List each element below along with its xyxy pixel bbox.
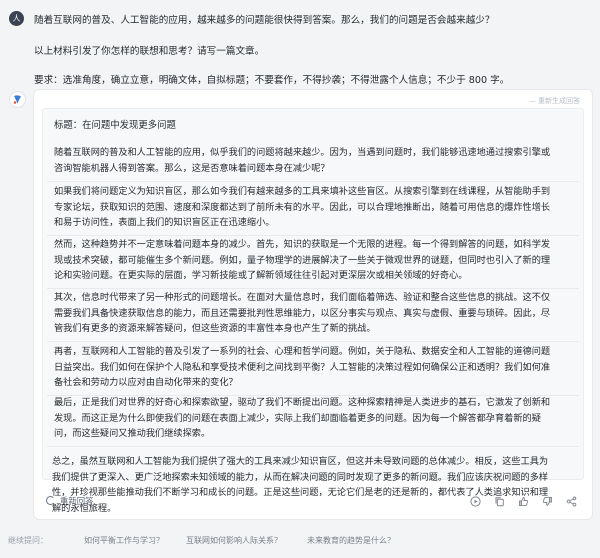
paragraph-line: 需要我们具备快速获取信息的能力，而且还需要批判性思维能力，以区分事实与观点、真实… <box>54 307 551 319</box>
suggestion-chip[interactable]: 如何平衡工作与学习？ <box>78 533 170 548</box>
paragraph-line: 咨询智能机器人得到答案。那么，这是否意味着问题本身在减少呢？ <box>54 162 330 174</box>
essay-paragraph: 如果我们将问题定义为知识盲区，那么如今我们有越来越多的工具来填补这些盲区。从搜索… <box>54 184 576 231</box>
paragraph-line: 和易于访问性，表面上我们的知识盲区正在迅速缩小。 <box>54 217 275 229</box>
essay-paragraph: 随着互联网的普及和人工智能的应用，似乎我们的问题将越来越少。因为，当遇到问题时，… <box>54 145 576 176</box>
paragraph-line: 然而，这种趋势并不一定意味着问题本身的减少。首先，知识的获取是一个无限的进程。每… <box>54 239 551 250</box>
ai-avatar <box>9 91 26 108</box>
user-message-line: 要求：选准角度，确立立意，明确文体，自拟标题；不要套作，不得抄袭；不得泄露个人信… <box>34 75 510 86</box>
paragraph-line: 备社会和劳动力以应对由自动化带来的变化？ <box>54 377 238 389</box>
paragraph-line: 再者，互联网和人工智能的普及引发了一系列的社会、心理和哲学问题。例如，关于隐私、… <box>54 346 551 357</box>
paragraph-line: 问，而这些疑问又推动我们继续探索。 <box>54 428 211 440</box>
user-message-line: 随着互联网的普及、人工智能的应用，越来越多的问题能很快得到答案。那么，我们的问题… <box>34 15 495 26</box>
suggested-questions: 继续提问： 如何平衡工作与学习？ 互联网如何影响人际关系？ 未来教育的趋势是什么… <box>8 533 598 549</box>
paragraph-line: 最后，正是我们对世界的好奇心和探索欲望，驱动了我们不断提出问题。这种探索精神是人… <box>54 397 551 408</box>
paragraph-line: 性，并珍视那些能推动我们不断学习和成长的问题。正是这些问题，无论它们是老的还是新… <box>52 487 549 499</box>
paragraph-line: 我们提供了更深入、更广泛地探索未知领域的能力，从而在解决问题的同时发现了更多的新… <box>52 471 549 483</box>
divider <box>47 446 579 447</box>
paragraph-line: 管我们有更多的资源来解答疑问，但这些资源的丰富性本身也产生了新的挑战。 <box>54 323 376 335</box>
paragraph-line: 随着互联网的普及和人工智能的应用，似乎我们的问题将越来越少。因为，当遇到问题时，… <box>54 147 551 158</box>
paragraph-line: 现或技术突破，都可能催生多个新问题。例如，量子物理学的进展解决了一些关于微观世界… <box>54 254 551 266</box>
suggestions-label: 继续提问： <box>8 536 48 545</box>
suggestion-chip[interactable]: 互联网如何影响人际关系？ <box>180 533 288 548</box>
paragraph-line: 专家论坛，获取知识的范围、速度和深度都达到了前所未有的水平。因此，可以合理地推断… <box>54 201 551 213</box>
divider <box>47 288 579 289</box>
essay-paragraph: 最后，正是我们对世界的好奇心和探索欲望，驱动了我们不断提出问题。这种探索精神是人… <box>54 395 576 442</box>
divider <box>47 235 579 236</box>
essay-paragraph: 然而，这种趋势并不一定意味着问题本身的减少。首先，知识的获取是一个无限的进程。每… <box>54 237 576 284</box>
divider <box>47 181 579 182</box>
answer-corner-tag: — 重新生成回答 <box>528 97 580 105</box>
paragraph-line: 发现。而这正是为什么即使我们的问题在表面上减少，实际上我们却面临着更多的问题。因… <box>54 412 541 424</box>
divider <box>47 341 579 342</box>
paragraph-line: 论和实验问题。在更实际的层面，学习新技能或了解新领域往往引起对更深层次或相关领域… <box>54 270 468 282</box>
paragraph-line: 如果我们将问题定义为知识盲区，那么如今我们有越来越多的工具来填补这些盲区。从搜索… <box>54 186 551 197</box>
essay-title: 标题：在问题中发现更多问题 <box>54 120 176 131</box>
answer-content: 标题：在问题中发现更多问题 随着互联网的普及和人工智能的应用，似乎我们的问题将越… <box>42 108 584 480</box>
paragraph-line: 其次，信息时代带来了另一种形式的问题增长。在面对大量信息时，我们面临着筛选、验证… <box>54 292 551 303</box>
paragraph-line: 总之，虽然互联网和人工智能为我们提供了强大的工具来减少知识盲区，但这并未导致问题… <box>52 456 549 467</box>
user-avatar: 人 <box>9 11 24 26</box>
essay-paragraph: 再者，互联网和人工智能的普及引发了一系列的社会、心理和哲学问题。例如，关于隐私、… <box>54 344 576 391</box>
essay-paragraph: 其次，信息时代带来了另一种形式的问题增长。在面对大量信息时，我们面临着筛选、验证… <box>54 290 576 337</box>
essay-paragraph: 总之，虽然互联网和人工智能为我们提供了强大的工具来减少知识盲区，但这并未导致问题… <box>52 454 582 516</box>
ai-logo-icon <box>13 95 21 104</box>
user-message-line: 以上材料引发了你怎样的联想和思考？请写一篇文章。 <box>34 46 265 57</box>
paragraph-line: 日益突出。我们如何在保护个人隐私和享受技术便利之间找到平衡？人工智能的决策过程如… <box>54 361 551 373</box>
paragraph-line: 解的永恒旅程。 <box>52 502 117 514</box>
suggestion-chip[interactable]: 未来教育的趋势是什么？ <box>301 533 401 548</box>
user-message: 人 随着互联网的普及、人工智能的应用，越来越多的问题能很快得到答案。那么，我们的… <box>0 0 600 86</box>
